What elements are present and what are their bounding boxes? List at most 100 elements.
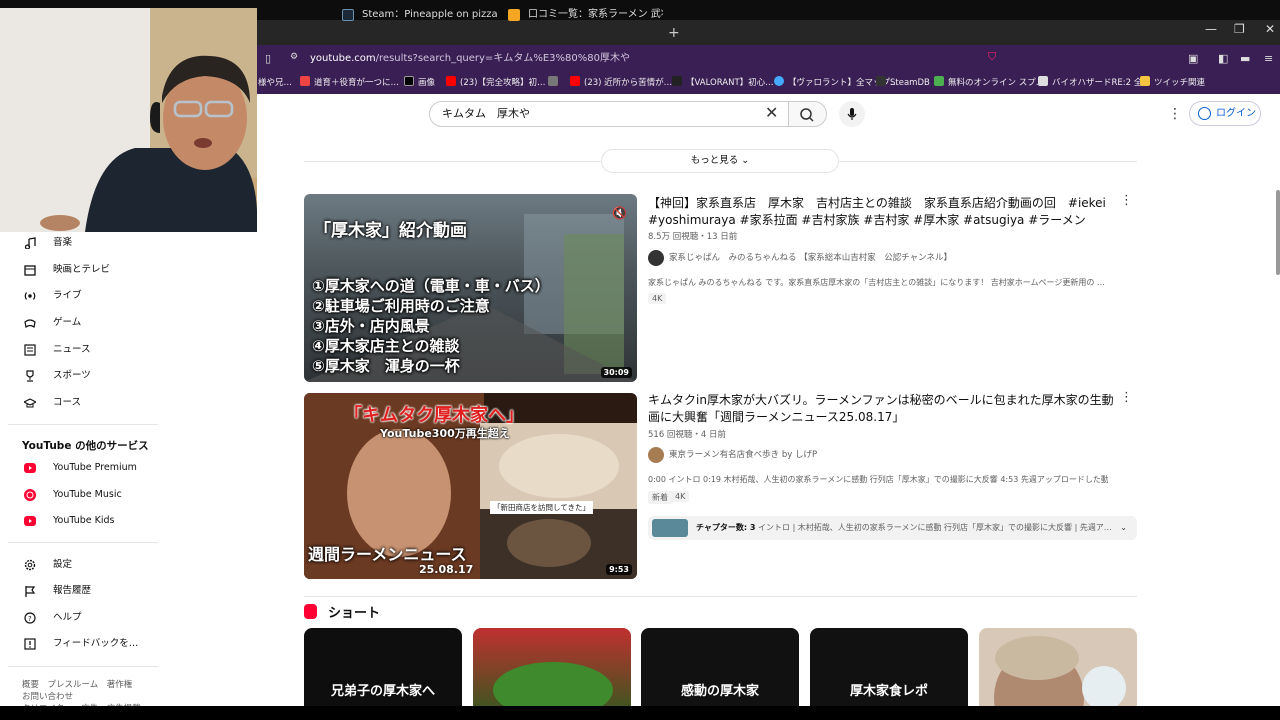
footer-contact[interactable]: お問い合わせ [22,690,73,702]
close-window-button[interactable]: ✕ [1265,22,1275,36]
tab-label: 口コミ一覧：家系ラーメン 武将家 - 秋葉 [528,9,663,20]
short-caption: 感動の厚木家 [680,684,759,699]
bookmark-item[interactable]: 画像 [404,72,435,94]
divider [304,596,1137,597]
thumbnail-line: ①厚木家への道（電車・車・バス） [312,277,550,295]
footer-links[interactable]: 概要 プレスルーム 著作権 [22,678,132,690]
thumbnail-heading: 「厚木家」紹介動画 [314,221,467,241]
thumbnail-heading: 「キムタク厚木家へ」 [344,405,524,426]
chapter-thumbnail [652,519,688,537]
youtube-music-icon [24,489,36,501]
maximize-button[interactable]: ❐ [1234,22,1245,36]
sidebar-divider [8,666,158,667]
channel-avatar [648,447,664,463]
video-thumbnail[interactable]: 「厚木家」紹介動画 ①厚木家への道（電車・車・バス） ②駐車場ご利用時のご注意 … [304,194,637,382]
sidebar-item-youtube-kids[interactable]: YouTube Kids [22,511,152,531]
bookmark-item[interactable]: (23) 近所から苦情が… [570,72,672,94]
account-icon [1198,107,1211,120]
wallet-icon[interactable]: ▬ [1240,52,1250,65]
brave-shield-icon[interactable]: ⛉ [988,50,996,64]
tab-steam[interactable]: Steam：Pineapple on pizza [332,4,502,25]
music-icon [24,237,36,249]
short-caption: 厚木家食レポ [849,684,928,699]
sidebar-item-live[interactable]: ライブ [22,286,152,306]
bookmark-item[interactable]: 様や兄… [258,72,292,94]
bookmark-item[interactable]: 道育＋役育が一つに… [300,72,399,94]
search-input[interactable]: キムタム 厚木や [429,101,789,127]
video-title[interactable]: 【神回】家系直系店 厚木家 吉村店主との雑談 家系直系店紹介動画の回 #ieke… [648,195,1118,229]
news-icon [24,344,36,356]
video-thumbnail[interactable]: 「キムタク厚木家へ」 YouTube300万再生超え 「新田商店を訪問してきた」… [304,393,637,579]
bookmark-item[interactable]: 【VALORANT】初心… [672,72,774,94]
minimize-button[interactable]: — [1205,22,1217,36]
site-info-icon[interactable]: ⚙ [290,52,298,62]
sidebar-toggle-icon[interactable]: ◧ [1218,52,1228,65]
thumbnail-line: ⑤厚木家 渾身の一杯 [312,357,460,375]
channel-avatar [648,250,664,266]
bookmark-item[interactable] [548,72,562,94]
show-more-button[interactable]: もっと見る ⌄ [601,149,839,173]
channel-link[interactable]: 家系じゃぱん みのるちゃんねる 【家系総本山吉村家 公認チャンネル】 [648,250,952,266]
voice-search-button[interactable] [839,101,865,127]
mute-icon[interactable]: 🔇 [612,206,627,220]
chevron-down-icon: ⌄ [741,155,750,166]
sidebar-item-label: YouTube Premium [53,462,137,473]
clear-search-icon[interactable]: ✕ [765,103,778,122]
sidebar-item-report-history[interactable]: 報告履歴 [22,581,152,601]
video-title[interactable]: キムタクin厚木家が大バズリ。ラーメンファンは秘密のベールに包まれた厚木家の生動… [648,392,1118,426]
new-tab-button[interactable]: + [668,24,680,42]
sidebar-item-courses[interactable]: コース [22,393,152,413]
video-menu-icon[interactable]: ⋮ [1120,390,1133,405]
youtube-premium-icon [24,463,36,473]
sidebar-item-news[interactable]: ニュース [22,340,152,360]
sidebar-divider [8,542,158,543]
screen: { "browser": { "tabs": [ {"label": "Stea… [0,0,1280,720]
shorts-title: ショート [328,606,381,621]
extensions-icon[interactable]: ▣ [1188,52,1198,65]
tabelog-icon [508,9,520,21]
menu-icon[interactable]: ≡ [1264,52,1273,65]
video-meta: 8.5万 回視聴・13 日前 [648,232,738,242]
bookmark-icon[interactable]: ▯ [265,52,271,65]
bookmark-item[interactable]: SteamDB [876,72,930,94]
chapters-text: イントロ | 木村拓哉、人生初の家系ラーメンに感動 行列店「厚木家」での撮影に大… [758,523,1112,532]
channel-link[interactable]: 東京ラーメン有名店食べ歩き by しげP [648,447,817,463]
tab-tabelog[interactable]: 口コミ一覧：家系ラーメン 武将家 - 秋葉 [498,4,663,25]
streamer-camera-image [0,8,257,232]
chapters-strip[interactable]: チャプター数: 3 イントロ | 木村拓哉、人生初の家系ラーメンに感動 行列店「… [648,516,1137,540]
thumbnail-text: ①厚木家への道（電車・車・バス） ②駐車場ご利用時のご注意 ③店外・店内風景 ④… [312,276,550,376]
sidebar-item-youtube-premium[interactable]: YouTube Premium [22,458,152,478]
sidebar-item-settings[interactable]: 設定 [22,555,152,575]
sidebar-item-label: フィードバックを… [53,638,139,649]
url-field[interactable]: youtube.com/results?search_query=キムタム%E3… [310,50,1010,68]
flag-icon [25,586,36,597]
page-scrollbar[interactable] [1276,190,1280,275]
sidebar-item-youtube-music[interactable]: YouTube Music [22,485,152,505]
sidebar-item-movies[interactable]: 映画とテレビ [22,260,152,280]
video-description: 家系じゃぱん みのるちゃんねる です。家系直系店厚木家の「吉村店主との雑談」にな… [648,278,1105,287]
bookmark-item[interactable]: バイオハザードRE:2 全… [1038,72,1151,94]
search-icon [800,108,814,122]
settings-menu-icon[interactable]: ⋮ [1168,106,1182,122]
youtube-kids-icon [24,516,36,526]
sidebar-item-label: ニュース [53,344,91,355]
sidebar-item-label: 音楽 [53,237,73,248]
search-button[interactable] [789,101,827,127]
bookmark-item[interactable]: ツイッチ関連 [1140,72,1205,94]
chevron-down-icon: ⌄ [1120,523,1127,532]
sidebar-item-feedback[interactable]: フィードバックを… [22,634,152,654]
graduation-cap-icon [24,398,36,408]
sidebar-item-music[interactable]: 音楽 [22,233,152,253]
video-menu-icon[interactable]: ⋮ [1120,193,1133,208]
sidebar-item-label: 設定 [53,559,73,570]
thumbnail-subtitle: YouTube300万再生超え [380,427,510,440]
sidebar-item-gaming[interactable]: ゲーム [22,313,152,333]
sidebar-item-label: 報告履歴 [53,585,92,596]
login-button[interactable]: ログイン [1189,101,1261,126]
shorts-icon [304,604,317,619]
bookmark-item[interactable]: (23)【完全攻略】初… [446,72,545,94]
quality-badge: 4K [671,491,690,502]
bookmark-item[interactable]: 無料のオンライン スプ… [934,72,1044,94]
sidebar-item-sports[interactable]: スポーツ [22,366,152,386]
sidebar-item-help[interactable]: ? ヘルプ [22,608,152,628]
